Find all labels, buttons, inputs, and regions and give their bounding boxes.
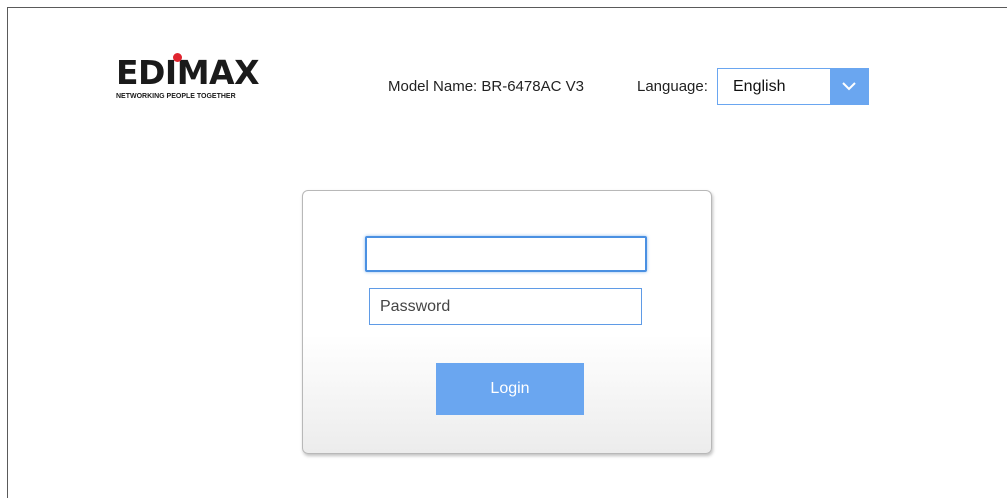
password-input[interactable] bbox=[369, 288, 642, 325]
language-selected-value: English bbox=[733, 78, 786, 95]
edimax-logo: EDIMAX NETWORKING PEOPLE TOGETHER bbox=[116, 53, 266, 106]
login-card: Login bbox=[302, 190, 712, 454]
username-input[interactable] bbox=[365, 236, 647, 272]
logo-tagline: NETWORKING PEOPLE TOGETHER bbox=[116, 93, 236, 100]
logo-dot-icon bbox=[173, 53, 182, 62]
model-name: Model Name: BR-6478AC V3 bbox=[388, 78, 584, 95]
login-button[interactable]: Login bbox=[436, 363, 584, 415]
language-label: Language: bbox=[637, 78, 708, 95]
language-select[interactable]: English bbox=[717, 68, 869, 105]
logo-wordmark: EDIMAX bbox=[116, 53, 260, 92]
chevron-down-icon[interactable] bbox=[830, 69, 868, 104]
